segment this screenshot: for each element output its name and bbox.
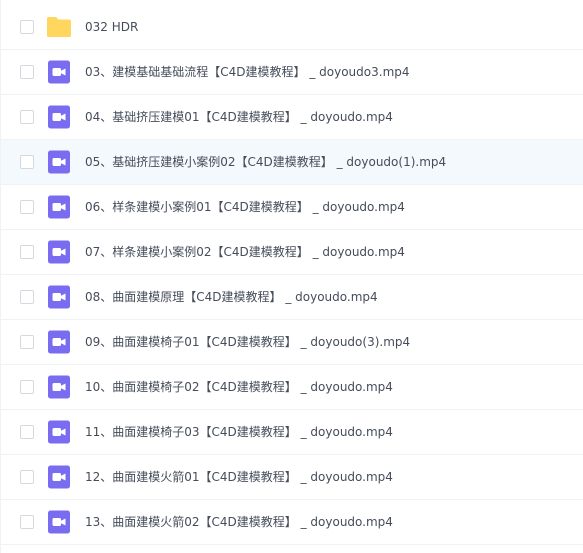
row-checkbox[interactable]	[20, 380, 34, 394]
file-row[interactable]: 09、曲面建模椅子01【C4D建模教程】 _ doyoudo(3).mp4	[1, 320, 583, 365]
file-name[interactable]: 07、样条建模小案例02【C4D建模教程】 _ doyoudo.mp4	[85, 245, 405, 259]
folder-icon	[46, 16, 72, 38]
row-checkbox[interactable]	[20, 65, 34, 79]
video-file-icon	[47, 60, 71, 84]
file-name[interactable]: 10、曲面建模椅子02【C4D建模教程】 _ doyoudo.mp4	[85, 380, 393, 394]
row-checkbox[interactable]	[20, 335, 34, 349]
file-name[interactable]: 04、基础挤压建模01【C4D建模教程】 _ doyoudo.mp4	[85, 110, 393, 124]
file-row[interactable]: 032 HDR	[1, 5, 583, 50]
file-name[interactable]: 08、曲面建模原理【C4D建模教程】 _ doyoudo.mp4	[85, 290, 378, 304]
file-row[interactable]: 10、曲面建模椅子02【C4D建模教程】 _ doyoudo.mp4	[1, 365, 583, 410]
file-list: 032 HDR 03、建模基础基础流程【C4D建模教程】 _ doyoudo3.m…	[0, 0, 583, 553]
file-row[interactable]: 06、样条建模小案例01【C4D建模教程】 _ doyoudo.mp4	[1, 185, 583, 230]
video-file-icon	[47, 105, 71, 129]
row-checkbox[interactable]	[20, 110, 34, 124]
file-name[interactable]: 05、基础挤压建模小案例02【C4D建模教程】 _ doyoudo(1).mp4	[85, 155, 446, 169]
video-file-icon	[47, 240, 71, 264]
file-row[interactable]: 07、样条建模小案例02【C4D建模教程】 _ doyoudo.mp4	[1, 230, 583, 275]
video-file-icon	[47, 285, 71, 309]
file-row[interactable]: 12、曲面建模火箭01【C4D建模教程】 _ doyoudo.mp4	[1, 455, 583, 500]
file-name[interactable]: 09、曲面建模椅子01【C4D建模教程】 _ doyoudo(3).mp4	[85, 335, 410, 349]
file-row[interactable]: 13、曲面建模火箭02【C4D建模教程】 _ doyoudo.mp4	[1, 500, 583, 545]
row-checkbox[interactable]	[20, 155, 34, 169]
row-checkbox[interactable]	[20, 245, 34, 259]
video-file-icon	[47, 330, 71, 354]
row-checkbox[interactable]	[20, 425, 34, 439]
row-checkbox[interactable]	[20, 200, 34, 214]
video-file-icon	[47, 150, 71, 174]
file-row[interactable]: 11、曲面建模椅子03【C4D建模教程】 _ doyoudo.mp4	[1, 410, 583, 455]
file-row[interactable]: 05、基础挤压建模小案例02【C4D建模教程】 _ doyoudo(1).mp4	[1, 140, 583, 185]
file-name[interactable]: 06、样条建模小案例01【C4D建模教程】 _ doyoudo.mp4	[85, 200, 405, 214]
video-file-icon	[47, 420, 71, 444]
file-row[interactable]: 08、曲面建模原理【C4D建模教程】 _ doyoudo.mp4	[1, 275, 583, 320]
row-checkbox[interactable]	[20, 290, 34, 304]
row-checkbox[interactable]	[20, 470, 34, 484]
video-file-icon	[47, 510, 71, 534]
file-name[interactable]: 032 HDR	[85, 20, 138, 34]
video-file-icon	[47, 195, 71, 219]
file-name[interactable]: 13、曲面建模火箭02【C4D建模教程】 _ doyoudo.mp4	[85, 515, 393, 529]
row-checkbox[interactable]	[20, 20, 34, 34]
file-name[interactable]: 03、建模基础基础流程【C4D建模教程】 _ doyoudo3.mp4	[85, 65, 410, 79]
video-file-icon	[47, 465, 71, 489]
file-row[interactable]: 04、基础挤压建模01【C4D建模教程】 _ doyoudo.mp4	[1, 95, 583, 140]
video-file-icon	[47, 375, 71, 399]
file-row[interactable]: 03、建模基础基础流程【C4D建模教程】 _ doyoudo3.mp4	[1, 50, 583, 95]
file-name[interactable]: 12、曲面建模火箭01【C4D建模教程】 _ doyoudo.mp4	[85, 470, 393, 484]
file-name[interactable]: 11、曲面建模椅子03【C4D建模教程】 _ doyoudo.mp4	[85, 425, 393, 439]
row-checkbox[interactable]	[20, 515, 34, 529]
